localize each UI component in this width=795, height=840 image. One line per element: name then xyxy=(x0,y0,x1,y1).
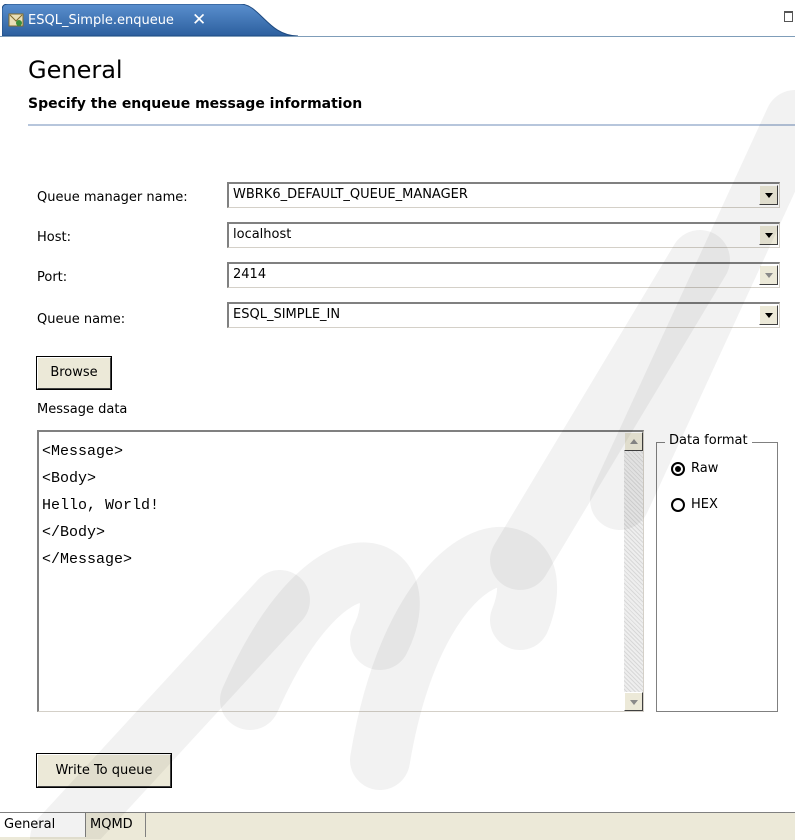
raw-radio[interactable] xyxy=(671,462,685,476)
scroll-up-button[interactable] xyxy=(624,432,643,451)
host-label: Host: xyxy=(37,230,71,245)
port-label: Port: xyxy=(37,270,68,285)
queue-manager-combo[interactable]: WBRK6_DEFAULT_QUEUE_MANAGER xyxy=(227,182,780,208)
editor-tab-strip: ESQL_Simple.enqueue ✕ xyxy=(0,0,795,37)
port-combo[interactable]: 2414 xyxy=(227,262,780,288)
host-combo[interactable]: localhost xyxy=(227,222,780,248)
chevron-down-icon xyxy=(765,273,773,278)
page-title: General xyxy=(28,56,123,84)
tab-general[interactable]: General xyxy=(0,813,86,837)
maximize-icon[interactable] xyxy=(784,11,793,22)
browse-button[interactable]: Browse xyxy=(36,356,112,390)
page-subtitle: Specify the enqueue message information xyxy=(28,96,363,112)
chevron-down-icon xyxy=(630,700,638,705)
data-format-title: Data format xyxy=(665,433,752,448)
queue-name-value: ESQL_SIMPLE_IN xyxy=(233,307,341,322)
host-value: localhost xyxy=(233,227,292,242)
chevron-up-icon xyxy=(630,439,638,444)
enqueue-file-icon xyxy=(8,12,24,28)
port-dropdown-button[interactable] xyxy=(759,265,778,285)
header-divider xyxy=(28,124,795,126)
message-data-scrollbar[interactable] xyxy=(624,432,643,711)
tab-mqmd[interactable]: MQMD xyxy=(86,813,146,837)
close-icon[interactable]: ✕ xyxy=(192,10,206,30)
queue-name-dropdown-button[interactable] xyxy=(759,305,778,325)
message-data-label: Message data xyxy=(37,402,128,417)
raw-radio-label[interactable]: Raw xyxy=(691,461,718,476)
queue-name-combo[interactable]: ESQL_SIMPLE_IN xyxy=(227,302,780,328)
message-data-textarea[interactable]: <Message> <Body> Hello, World! </Body> <… xyxy=(37,430,644,712)
queue-manager-value: WBRK6_DEFAULT_QUEUE_MANAGER xyxy=(233,187,468,202)
queue-manager-label: Queue manager name: xyxy=(37,190,188,205)
editor-tab[interactable]: ESQL_Simple.enqueue ✕ xyxy=(2,4,302,36)
hex-radio-label[interactable]: HEX xyxy=(691,497,718,512)
host-dropdown-button[interactable] xyxy=(759,225,778,245)
chevron-down-icon xyxy=(765,313,773,318)
data-format-group: Data format Raw HEX xyxy=(656,433,778,712)
scroll-down-button[interactable] xyxy=(624,692,643,711)
page-tab-bar: General MQMD xyxy=(0,812,795,840)
hex-radio[interactable] xyxy=(671,498,685,512)
write-to-queue-button[interactable]: Write To queue xyxy=(36,753,172,788)
message-data-content[interactable]: <Message> <Body> Hello, World! </Body> <… xyxy=(42,438,159,573)
chevron-down-icon xyxy=(765,193,773,198)
queue-name-label: Queue name: xyxy=(37,312,126,327)
port-value: 2414 xyxy=(233,267,267,282)
chevron-down-icon xyxy=(765,233,773,238)
queue-manager-dropdown-button[interactable] xyxy=(759,185,778,205)
editor-tab-title: ESQL_Simple.enqueue xyxy=(28,13,174,28)
